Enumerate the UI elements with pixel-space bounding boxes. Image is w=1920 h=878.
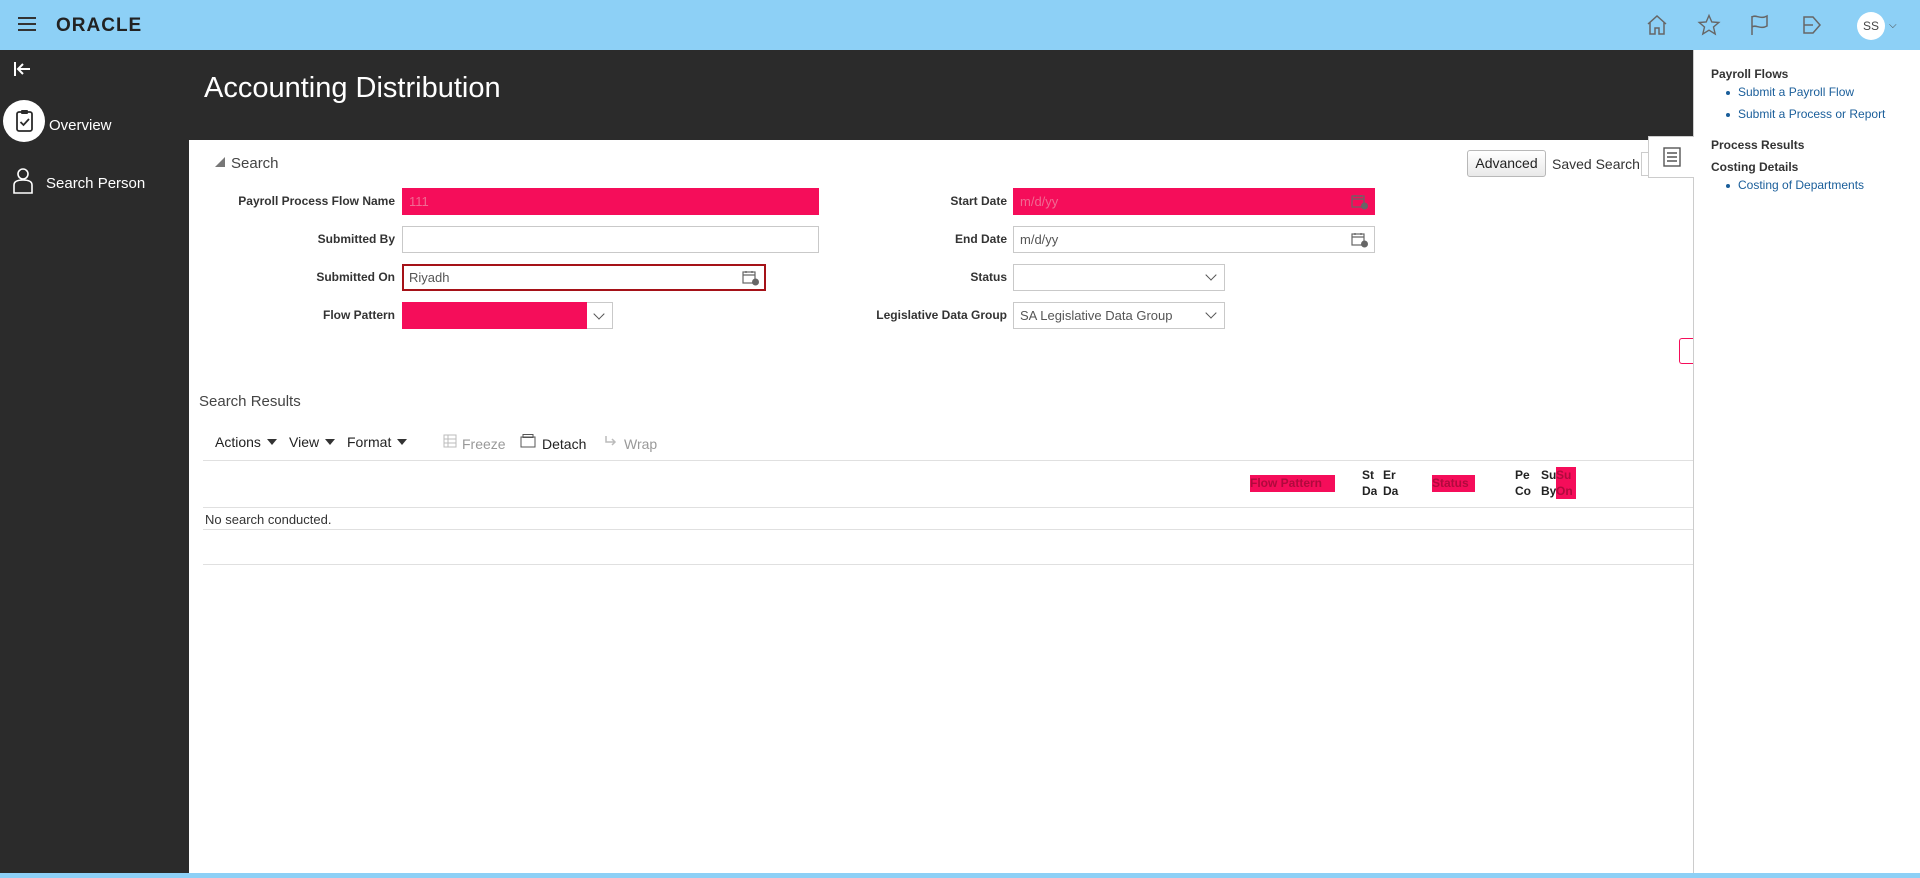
column-header-line: St xyxy=(1362,468,1374,482)
column-header-end-date[interactable]: Er Da xyxy=(1383,467,1399,499)
flow-pattern-dropdown-button[interactable] xyxy=(587,302,613,329)
collapse-sidebar-icon[interactable] xyxy=(13,61,33,77)
view-label: View xyxy=(289,434,320,450)
column-header-flow-pattern[interactable]: Flow Pattern xyxy=(1250,475,1335,492)
column-header-line: Da xyxy=(1383,484,1399,498)
page-title: Accounting Distribution xyxy=(204,72,501,104)
column-header-percent-complete[interactable]: Pe Co xyxy=(1515,467,1535,499)
column-header-status[interactable]: Status xyxy=(1432,475,1475,492)
end-date-input[interactable]: m/d/yy xyxy=(1013,226,1375,253)
clipboard-check-icon xyxy=(3,100,45,142)
legislative-data-group-label: Legislative Data Group xyxy=(876,308,1007,322)
table-header-divider xyxy=(203,507,1693,508)
calendar-icon[interactable] xyxy=(742,270,760,286)
format-label: Format xyxy=(347,434,392,450)
bottom-status-strip xyxy=(0,873,1920,878)
view-menu[interactable]: View xyxy=(289,434,336,450)
empty-table-message: No search conducted. xyxy=(205,512,332,527)
start-date-input[interactable]: m/d/yy xyxy=(1013,188,1375,215)
column-header-line: On xyxy=(1556,484,1573,498)
start-date-label: Start Date xyxy=(950,194,1007,208)
oracle-logo: ORACLE xyxy=(56,15,143,36)
detach-button[interactable]: Detach xyxy=(542,436,586,452)
calendar-icon[interactable] xyxy=(1351,194,1369,210)
process-results-heading: Process Results xyxy=(1711,138,1805,152)
column-header-line: Su xyxy=(1556,468,1572,482)
table-bottom-divider xyxy=(203,564,1693,565)
actions-menu[interactable]: Actions xyxy=(215,434,277,450)
column-header-line: Da xyxy=(1362,484,1377,498)
bullet-icon xyxy=(1726,184,1730,188)
saved-search-label: Saved Search xyxy=(1552,156,1640,172)
search-label: Search xyxy=(231,155,279,172)
flow-pattern-label: Flow Pattern xyxy=(322,308,395,322)
column-header-line: Pe xyxy=(1515,468,1530,482)
costing-of-departments-link[interactable]: Costing of Departments xyxy=(1738,178,1864,192)
menu-icon[interactable] xyxy=(18,17,36,31)
dropdown-arrow-icon xyxy=(266,439,277,445)
submitted-by-input[interactable] xyxy=(402,226,819,253)
flow-pattern-select[interactable] xyxy=(402,302,587,329)
submit-payroll-flow-link[interactable]: Submit a Payroll Flow xyxy=(1738,85,1854,99)
payroll-process-flow-name-label: Payroll Process Flow Name xyxy=(238,194,395,208)
sidebar-item-label: Search Person xyxy=(46,175,146,192)
status-label: Status xyxy=(970,270,1007,284)
legislative-data-group-select[interactable]: SA Legislative Data Group xyxy=(1013,302,1225,329)
column-header-line: Su xyxy=(1541,468,1556,482)
submitted-on-label: Submitted On xyxy=(316,270,395,284)
global-header: ORACLE SS ⌵ xyxy=(0,0,1920,50)
home-icon[interactable] xyxy=(1645,13,1669,37)
chevron-down-icon xyxy=(593,308,605,320)
document-list-icon xyxy=(1663,147,1681,167)
submit-process-or-report-link[interactable]: Submit a Process or Report xyxy=(1738,107,1885,121)
sidebar-item-label: Overview xyxy=(49,117,112,134)
column-header-start-date[interactable]: St Da xyxy=(1362,467,1377,499)
advanced-button[interactable]: Advanced xyxy=(1467,150,1546,177)
freeze-icon xyxy=(443,434,457,448)
detach-icon xyxy=(520,434,536,448)
tasks-panel-tab[interactable] xyxy=(1648,136,1694,178)
bullet-icon xyxy=(1726,91,1730,95)
submitted-by-label: Submitted By xyxy=(317,232,395,246)
contextual-tasks-panel: Payroll Flows Submit a Payroll Flow Subm… xyxy=(1693,50,1920,873)
calendar-icon[interactable] xyxy=(1351,232,1369,248)
search-results-title: Search Results xyxy=(199,393,301,410)
search-disclosure[interactable]: Search xyxy=(215,155,279,172)
actions-label: Actions xyxy=(215,434,261,450)
column-header-line: By xyxy=(1541,484,1556,498)
disclosure-triangle-icon xyxy=(215,157,225,167)
payroll-process-flow-name-input[interactable]: 111 xyxy=(402,188,819,215)
sidebar-item-overview[interactable]: Overview xyxy=(0,100,189,148)
flag-icon[interactable] xyxy=(1748,13,1772,37)
send-icon[interactable] xyxy=(1800,13,1824,37)
bullet-icon xyxy=(1726,113,1730,117)
column-header-submitted-by[interactable]: Su By xyxy=(1541,467,1556,499)
chevron-down-icon[interactable]: ⌵ xyxy=(1889,20,1897,31)
costing-details-heading: Costing Details xyxy=(1711,160,1799,174)
table-row-divider xyxy=(203,529,1693,530)
table-top-divider xyxy=(203,460,1693,461)
column-header-line: Co xyxy=(1515,484,1531,498)
wrap-icon xyxy=(605,436,617,446)
wrap-button[interactable]: Wrap xyxy=(624,436,657,452)
panel-splitter-handle[interactable] xyxy=(1679,338,1693,364)
user-avatar[interactable]: SS xyxy=(1857,12,1885,40)
format-menu[interactable]: Format xyxy=(347,434,408,450)
end-date-label: End Date xyxy=(954,232,1007,246)
dropdown-arrow-icon xyxy=(325,439,336,445)
submitted-on-input[interactable]: Riyadh xyxy=(402,264,766,291)
status-select[interactable] xyxy=(1013,264,1225,291)
payroll-flows-heading: Payroll Flows xyxy=(1711,67,1789,81)
person-search-icon xyxy=(13,168,33,194)
column-header-submitted-on[interactable]: Su On xyxy=(1556,467,1576,499)
star-icon[interactable] xyxy=(1697,13,1721,37)
sidebar-item-search-person[interactable]: Search Person xyxy=(0,166,189,206)
column-header-line: Er xyxy=(1383,468,1396,482)
dropdown-arrow-icon xyxy=(397,439,408,445)
freeze-button[interactable]: Freeze xyxy=(462,436,506,452)
